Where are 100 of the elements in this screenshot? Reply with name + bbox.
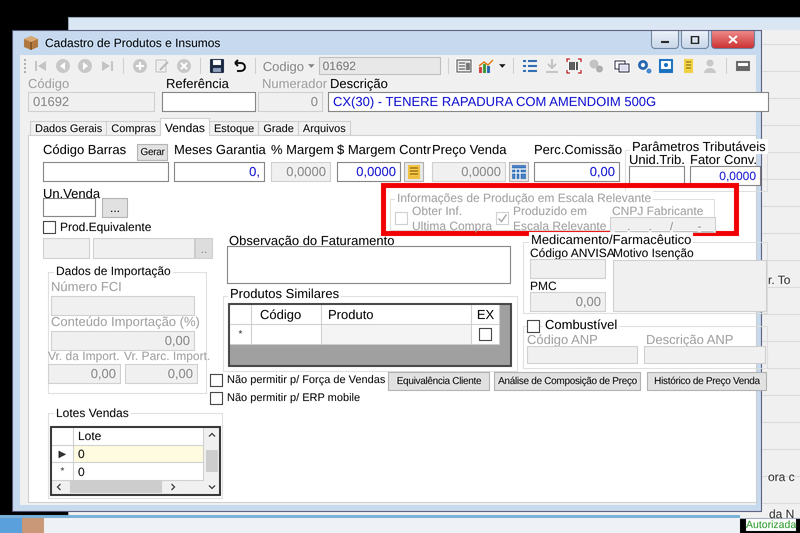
scroll-right-icon[interactable] <box>169 483 177 492</box>
column-header[interactable]: Lote <box>74 428 204 446</box>
text-field[interactable] <box>162 92 256 112</box>
report-icon[interactable] <box>456 58 472 74</box>
field-label: Numerador <box>262 76 328 91</box>
checkbox-label: Prod.Equivalente <box>60 220 152 234</box>
background-text: r. To <box>768 273 790 287</box>
scroll-left-icon[interactable] <box>55 483 63 492</box>
field-label: % Margem <box>271 142 334 157</box>
scrollbar[interactable] <box>204 428 219 494</box>
minimize-button[interactable] <box>651 31 679 49</box>
table-cell[interactable]: 0 <box>74 446 204 464</box>
text-field[interactable] <box>93 238 195 259</box>
field-label: Motivo Isenção <box>613 246 694 260</box>
row-indicator: * <box>52 463 74 481</box>
action-button[interactable]: Análise de Composição de Preço <box>494 372 641 391</box>
field-label: CNPJ Fabricante <box>612 204 704 218</box>
text-field[interactable]: 0, <box>174 162 265 182</box>
window-title: Cadastro de Produtos e Insumos <box>45 36 220 50</box>
row-indicator: ▶ <box>52 446 74 464</box>
field-label: Perc.Comissão <box>534 142 622 157</box>
field-label: Vr. Parc. Import. <box>124 349 210 363</box>
text-field[interactable]: CX(30) - TENERE RAPADURA COM AMENDOIM 500G <box>328 92 769 112</box>
checkbox-label: Combustível <box>543 317 620 332</box>
text-field[interactable]: 0,0000 <box>690 166 761 186</box>
checkbox-label: Não permitir p/ ERP mobile <box>227 391 360 405</box>
column-header[interactable]: Código <box>252 305 322 325</box>
group-title: Medicamento/Farmacêutico <box>529 232 694 247</box>
checkbox-label: Não permitir p/ Força de Vendas <box>227 373 386 387</box>
background-text: ora c <box>768 470 795 484</box>
field-label: Un.Venda <box>43 186 100 201</box>
checkbox-label: Produzido em Escala Relevante <box>513 204 608 234</box>
field-label: Observação do Faturamento <box>229 233 394 248</box>
table-cell[interactable]: 0 <box>74 463 204 481</box>
list-icon[interactable] <box>522 58 538 74</box>
barcode-icon[interactable] <box>566 58 582 74</box>
checkbox[interactable] <box>479 328 492 341</box>
scroll-down-icon[interactable] <box>208 483 216 491</box>
background-text: da N <box>769 507 794 521</box>
search-field[interactable]: 01692 <box>318 57 441 75</box>
field-label: Número FCI <box>51 279 122 294</box>
generate-button[interactable]: Gerar <box>137 144 168 161</box>
table-cell[interactable] <box>322 325 472 345</box>
browse-button[interactable]: ... <box>102 198 128 218</box>
checkbox[interactable] <box>210 392 223 405</box>
text-field[interactable] <box>43 238 90 259</box>
maximize-button[interactable] <box>681 31 709 49</box>
group-title: Parâmetros Tributáveis <box>630 139 768 154</box>
field-label: Fator Conv. <box>690 152 757 167</box>
close-button[interactable] <box>711 31 755 49</box>
table-cell[interactable] <box>252 325 322 345</box>
field-label: Descrição <box>330 76 388 91</box>
field-label: Código <box>28 76 70 91</box>
tab[interactable]: Vendas <box>160 118 210 136</box>
field-label: Unid.Trib. <box>629 152 685 167</box>
checkbox-label: Obter Inf. Ultima Compra <box>412 204 492 234</box>
field-label: Preço Venda <box>432 142 506 157</box>
save-icon[interactable] <box>208 58 225 74</box>
field-label: Conteúdo Importação (%) <box>51 314 200 329</box>
text-field[interactable]: 0,0000 <box>337 162 401 182</box>
caret-icon[interactable] <box>499 64 506 68</box>
text-field[interactable]: 0,00 <box>534 162 620 182</box>
group-title: Dados de Importação <box>54 264 173 278</box>
notepad-icon[interactable] <box>404 162 424 182</box>
chart-icon[interactable] <box>478 58 494 74</box>
field-label: Referência <box>166 76 229 91</box>
column-header[interactable]: Produto <box>322 305 472 325</box>
action-button[interactable]: Histórico de Preço Venda <box>647 372 767 391</box>
box-icon <box>23 35 39 51</box>
panel-icon[interactable] <box>735 58 752 74</box>
field-label: $ Margem Contr <box>337 142 431 157</box>
checkbox[interactable] <box>43 221 56 234</box>
field-label: Meses Garantia <box>174 142 266 157</box>
maximize-icon <box>690 36 700 44</box>
column-header[interactable]: EX <box>472 305 500 325</box>
field-label: Vr. da Import. <box>48 349 120 363</box>
group-title: Informações de Produção em Escala Relevante <box>395 191 654 205</box>
monitor-icon[interactable] <box>658 58 674 74</box>
calculator-icon[interactable] <box>509 162 529 182</box>
text-area[interactable] <box>227 246 511 284</box>
checkbox[interactable] <box>210 374 223 387</box>
scroll-up-icon[interactable] <box>208 431 216 439</box>
group-title: Produtos Similares <box>228 286 342 301</box>
field-label: Descrição ANP <box>646 332 734 347</box>
tab[interactable]: Arquivos <box>298 121 351 136</box>
settings-icon[interactable] <box>636 58 652 74</box>
tab[interactable]: Dados Gerais <box>30 121 108 136</box>
row-marker: * <box>230 325 252 345</box>
text-field[interactable] <box>43 198 96 217</box>
field-label: Código Barras <box>43 142 126 157</box>
field-label: PMC <box>530 279 557 293</box>
text-field[interactable] <box>43 162 169 182</box>
scrollbar[interactable] <box>52 480 204 494</box>
tab[interactable]: Compras <box>106 121 161 136</box>
close-icon <box>728 35 738 44</box>
group-title: Lotes Vendas <box>54 406 131 420</box>
field-label: Código ANP <box>527 332 598 347</box>
action-button[interactable]: Equivalência Cliente <box>388 372 490 391</box>
windows-icon[interactable] <box>614 58 630 74</box>
header-cell <box>230 305 252 325</box>
